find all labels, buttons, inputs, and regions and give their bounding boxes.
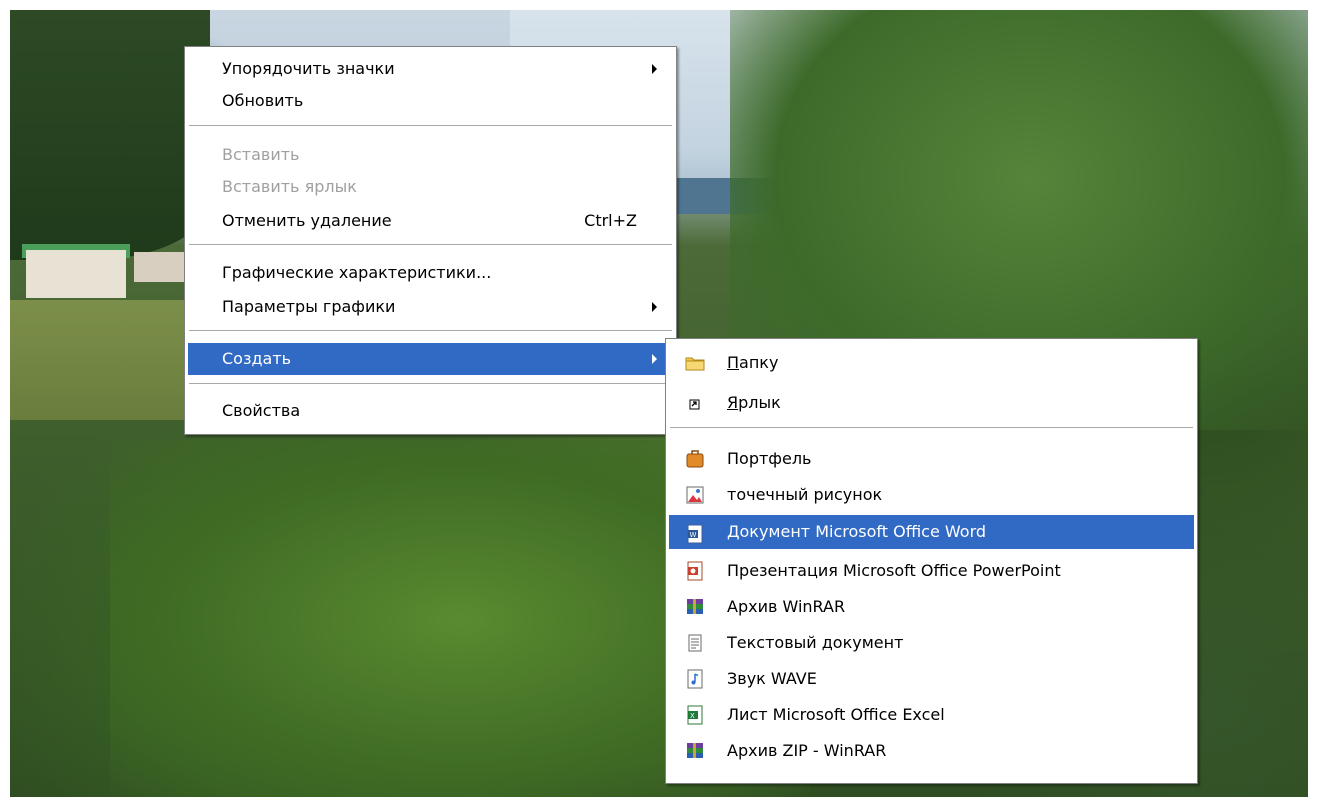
new-submenu: Папку Ярлык Портфель точечный рисунок W … xyxy=(665,338,1198,784)
submenu-item-winrar-archive[interactable]: Архив WinRAR xyxy=(669,593,1194,621)
menu-item-new[interactable]: Создать xyxy=(188,343,673,375)
submenu-item-text-document[interactable]: Текстовый документ xyxy=(669,629,1194,657)
excel-icon: X xyxy=(685,705,705,725)
wallpaper-house xyxy=(26,250,126,298)
menu-item-label: Папку xyxy=(727,353,779,372)
menu-item-label: Портфель xyxy=(727,449,812,468)
wave-sound-icon xyxy=(685,669,705,689)
menu-item-label: Архив ZIP - WinRAR xyxy=(727,741,887,760)
submenu-item-new-shortcut[interactable]: Ярлык xyxy=(669,389,1194,417)
menu-item-label: Графические характеристики... xyxy=(222,263,492,282)
svg-text:X: X xyxy=(690,712,695,720)
menu-item-label: точечный рисунок xyxy=(727,485,883,504)
word-document-icon: W xyxy=(685,522,705,544)
menu-item-label: Презентация Microsoft Office PowerPoint xyxy=(727,561,1061,580)
wallpaper-field xyxy=(10,300,210,420)
submenu-arrow-icon xyxy=(652,354,657,364)
wallpaper-house-small xyxy=(134,252,184,282)
menu-item-label: Обновить xyxy=(222,91,304,110)
winrar-zip-icon xyxy=(685,741,705,761)
menu-item-label: Лист Microsoft Office Excel xyxy=(727,705,945,724)
menu-item-label: Ярлык xyxy=(727,393,781,412)
submenu-item-word-document[interactable]: W Документ Microsoft Office Word xyxy=(669,515,1194,549)
menu-item-label: Звук WAVE xyxy=(727,669,817,688)
menu-item-label: Параметры графики xyxy=(222,297,396,316)
menu-item-label: Вставить ярлык xyxy=(222,177,357,196)
menu-item-label: Создать xyxy=(222,349,292,368)
bitmap-icon xyxy=(685,485,705,505)
submenu-arrow-icon xyxy=(652,302,657,312)
shortcut-icon xyxy=(685,393,705,413)
menu-separator xyxy=(189,330,672,331)
menu-item-undo-delete[interactable]: Отменить удаление Ctrl+Z xyxy=(188,207,673,235)
submenu-item-bitmap[interactable]: точечный рисунок xyxy=(669,481,1194,509)
winrar-icon xyxy=(685,597,705,617)
briefcase-icon xyxy=(685,449,705,469)
menu-separator xyxy=(189,125,672,126)
desktop-context-menu: Упорядочить значки Обновить Вставить Вст… xyxy=(184,46,677,435)
menu-item-paste-shortcut: Вставить ярлык xyxy=(188,173,673,201)
menu-item-label: Документ Microsoft Office Word xyxy=(727,522,987,541)
menu-separator xyxy=(670,427,1193,428)
submenu-item-excel-sheet[interactable]: X Лист Microsoft Office Excel xyxy=(669,701,1194,729)
desktop-screen: Упорядочить значки Обновить Вставить Вст… xyxy=(0,0,1318,807)
svg-text:W: W xyxy=(690,531,697,539)
menu-item-label: Текстовый документ xyxy=(727,633,904,652)
menu-item-arrange-icons[interactable]: Упорядочить значки xyxy=(188,55,673,83)
menu-separator xyxy=(189,383,672,384)
menu-separator xyxy=(189,244,672,245)
submenu-arrow-icon xyxy=(652,64,657,74)
menu-item-graphics-properties[interactable]: Графические характеристики... xyxy=(188,259,673,287)
menu-item-label: Архив WinRAR xyxy=(727,597,846,616)
menu-item-label: Упорядочить значки xyxy=(222,59,395,78)
menu-item-properties[interactable]: Свойства xyxy=(188,397,673,425)
folder-icon xyxy=(685,353,705,373)
text-document-icon xyxy=(685,633,705,653)
submenu-item-new-folder[interactable]: Папку xyxy=(669,349,1194,377)
menu-item-label: Отменить удаление xyxy=(222,211,392,230)
menu-item-refresh[interactable]: Обновить xyxy=(188,87,673,115)
submenu-item-wave-sound[interactable]: Звук WAVE xyxy=(669,665,1194,693)
menu-item-graphics-options[interactable]: Параметры графики xyxy=(188,293,673,321)
powerpoint-icon xyxy=(685,561,705,581)
submenu-item-powerpoint[interactable]: Презентация Microsoft Office PowerPoint xyxy=(669,557,1194,585)
wallpaper-hill xyxy=(10,10,210,260)
menu-item-label: Вставить xyxy=(222,145,300,164)
menu-item-paste: Вставить xyxy=(188,141,673,169)
submenu-item-briefcase[interactable]: Портфель xyxy=(669,445,1194,473)
submenu-item-zip-archive[interactable]: Архив ZIP - WinRAR xyxy=(669,737,1194,765)
menu-item-shortcut: Ctrl+Z xyxy=(584,211,637,230)
menu-item-label: Свойства xyxy=(222,401,301,420)
